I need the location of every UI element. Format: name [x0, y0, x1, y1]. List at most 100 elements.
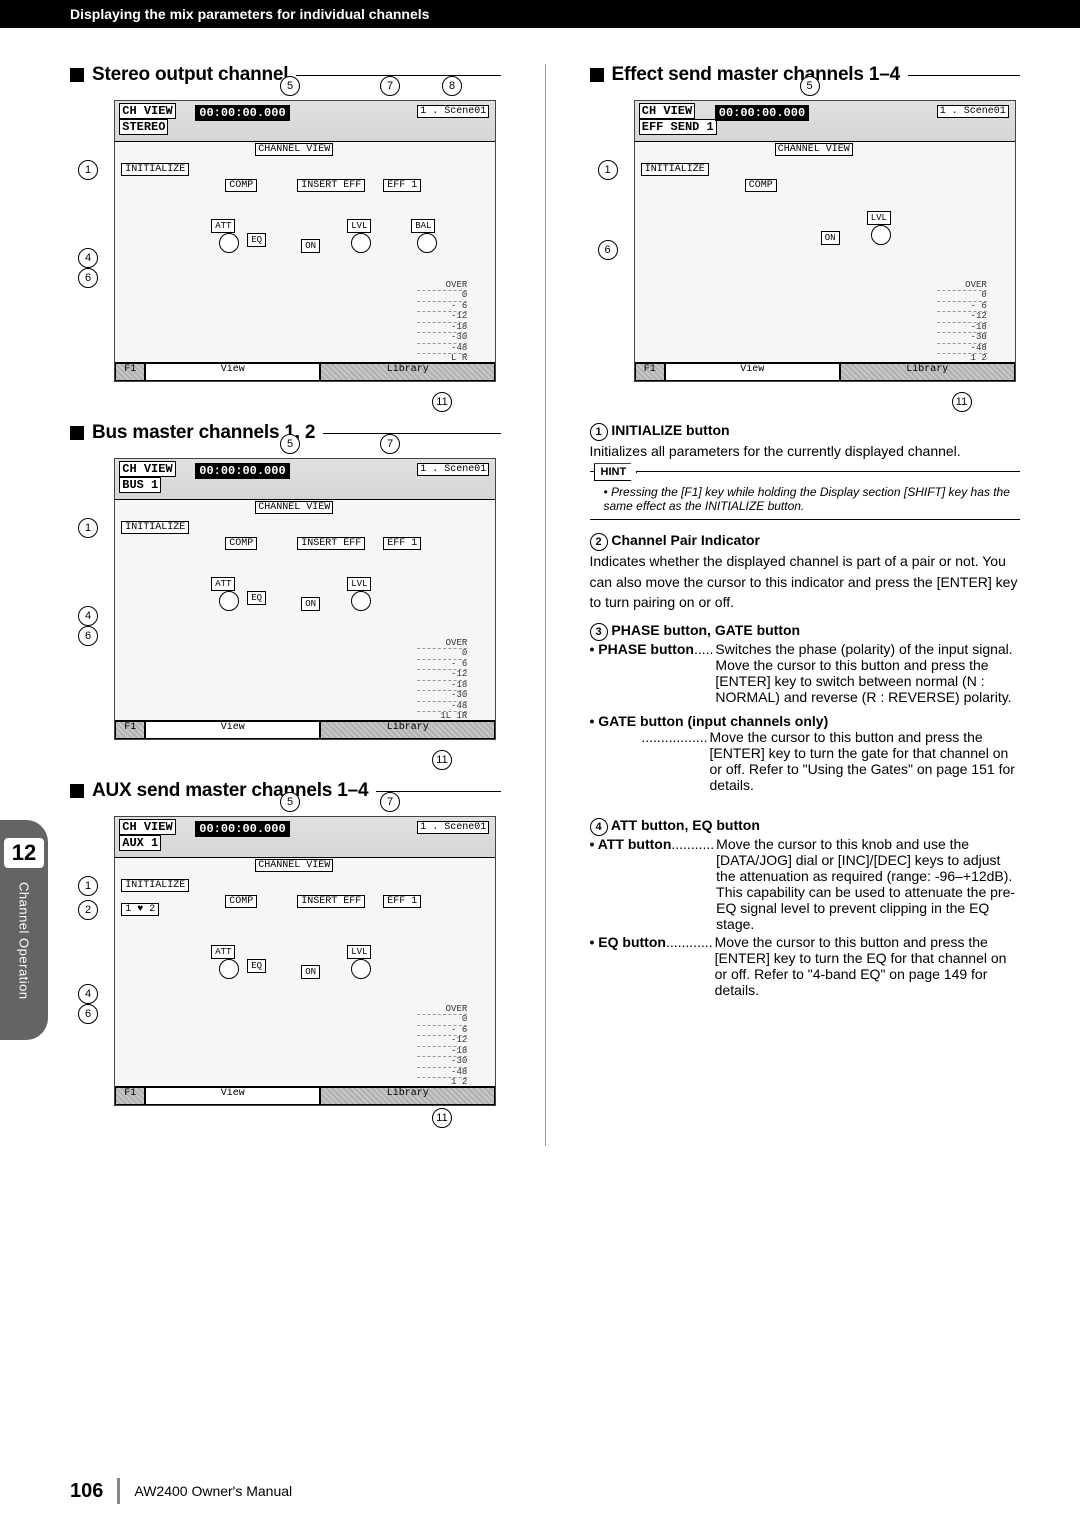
lcd-scene: 1 . Scene01	[417, 821, 489, 834]
lcd-initialize: INITIALIZE	[121, 879, 189, 892]
hint-box: HINT • Pressing the [F1] key while holdi…	[590, 471, 1021, 520]
item-2-body: Indicates whether the displayed channel …	[590, 551, 1021, 612]
gate-value: Move the cursor to this button and press…	[708, 729, 1021, 793]
lcd-time: 00:00:00.000	[195, 821, 289, 837]
lcd-sub-stereo: STEREO	[119, 119, 168, 135]
lcd-sub-bus: BUS 1	[119, 477, 161, 493]
item-4-list: • ATT button........... Move the cursor …	[590, 836, 1021, 998]
lcd-eq: EQ	[247, 959, 266, 973]
item-3-list: • PHASE button..... Switches the phase (…	[590, 641, 1021, 793]
lcd-on: ON	[821, 231, 840, 245]
lcd-chview: CH VIEW	[639, 103, 695, 119]
callout-4: 4	[78, 606, 98, 626]
bullet-icon	[70, 426, 84, 440]
lcd-att-knob	[219, 959, 239, 979]
dots: ...........	[671, 836, 714, 852]
lcd-meter: OVER 0 - 6 -12 -18 -30 -48 1 2	[417, 1005, 467, 1071]
lcd-meter: OVER 0 - 6 -12 -18 -30 -48 L R	[417, 281, 467, 347]
gate-label: • GATE button (input channels only)	[590, 713, 829, 729]
left-column: Stereo output channel 5 7 8 1 4 6 11 CH …	[70, 64, 501, 1146]
eq-row: • EQ button............ Move the cursor …	[590, 934, 1021, 998]
lcd-chview: CH VIEW	[119, 819, 175, 835]
hint-tag: HINT	[594, 463, 638, 481]
rule-line	[908, 75, 1020, 76]
column-divider	[545, 64, 546, 1146]
lcd-lvl-knob	[351, 591, 371, 611]
lcd-lvl-knob	[351, 233, 371, 253]
tab-view: View	[145, 363, 320, 381]
section-title-text: Stereo output channel	[92, 64, 288, 86]
lcd-eq: EQ	[247, 591, 266, 605]
callout-6: 6	[78, 268, 98, 288]
callout-5: 5	[280, 76, 300, 96]
lcd-bal: BAL	[411, 219, 435, 233]
callout-1-icon: 1	[590, 423, 608, 441]
section-title-text: AUX send master channels 1–4	[92, 780, 368, 802]
tab-library: Library	[320, 363, 495, 381]
item-1-title: INITIALIZE button	[611, 422, 729, 438]
lcd-scene: 1 . Scene01	[417, 463, 489, 476]
lcd-aux-pair: 1 ♥ 2	[121, 903, 159, 916]
lcd-comp: COMP	[225, 179, 257, 192]
callout-5: 5	[800, 76, 820, 96]
callout-11: 11	[432, 392, 452, 412]
tab-f1: F1	[635, 363, 665, 381]
lcd-wrapper: 5 7 1 4 6 11 CH VIEW BUS 1 00:00:00.000 …	[110, 458, 501, 740]
book-title: AW2400 Owner's Manual	[134, 1483, 292, 1499]
lcd-tabs: F1 View Library	[115, 362, 495, 381]
callout-4-icon: 4	[590, 818, 608, 836]
lcd-lvl-knob	[871, 225, 891, 245]
lcd-lvl: LVL	[347, 945, 371, 959]
lcd-wrapper: 5 7 8 1 4 6 11 CH VIEW STEREO 00:00:00.0…	[110, 100, 501, 382]
lcd-comp: COMP	[225, 537, 257, 550]
callout-2: 2	[78, 900, 98, 920]
lcd-comp: COMP	[745, 179, 777, 192]
callout-1: 1	[598, 160, 618, 180]
lcd-on: ON	[301, 597, 320, 611]
footer-separator	[117, 1478, 120, 1504]
right-column: Effect send master channels 1–4 5 1 6 11…	[590, 64, 1021, 1146]
lcd-insert-eff: INSERT EFF	[297, 895, 365, 908]
callout-1: 1	[78, 160, 98, 180]
callout-6: 6	[78, 626, 98, 646]
gate-row: • GATE button (input channels only) ....…	[590, 707, 1021, 793]
rule-line	[296, 75, 500, 76]
item-3-title: PHASE button, GATE button	[611, 622, 800, 638]
tab-view: View	[665, 363, 840, 381]
callout-7: 7	[380, 434, 400, 454]
lcd-lvl: LVL	[347, 577, 371, 591]
item-2-title: Channel Pair Indicator	[611, 532, 760, 548]
dots: ............	[666, 934, 713, 950]
chapter-number: 12	[4, 838, 44, 868]
lcd-aux: CH VIEW AUX 1 00:00:00.000 1 . Scene01 C…	[114, 816, 496, 1106]
item-2-head: 2 Channel Pair Indicator	[590, 532, 1021, 551]
tab-library: Library	[840, 363, 1015, 381]
lcd-eff1: EFF 1	[383, 895, 421, 908]
lcd-time: 00:00:00.000	[715, 105, 809, 121]
chapter-label: Channel Operation	[17, 882, 32, 1000]
hint-body: • Pressing the [F1] key while holding th…	[590, 485, 1021, 519]
callout-2-icon: 2	[590, 533, 608, 551]
lcd-insert-eff: INSERT EFF	[297, 179, 365, 192]
lcd-chview: CH VIEW	[119, 103, 175, 119]
lcd-time: 00:00:00.000	[195, 105, 289, 121]
item-4-title: ATT button, EQ button	[611, 817, 760, 833]
att-value: Move the cursor to this knob and use the…	[714, 836, 1020, 932]
lcd-channel-view: CHANNEL VIEW	[775, 143, 853, 156]
callout-11: 11	[432, 1108, 452, 1128]
lcd-att: ATT	[211, 219, 235, 233]
item-1-body: Initializes all parameters for the curre…	[590, 441, 1021, 461]
dots: .....	[694, 641, 713, 657]
bullet-icon	[70, 784, 84, 798]
eq-value: Move the cursor to this button and press…	[713, 934, 1020, 998]
phase-row: • PHASE button..... Switches the phase (…	[590, 641, 1021, 705]
rule-line	[376, 791, 500, 792]
callout-11: 11	[432, 750, 452, 770]
callout-7: 7	[380, 76, 400, 96]
lcd-channel-view: CHANNEL VIEW	[255, 859, 333, 872]
page-footer: 106 AW2400 Owner's Manual	[70, 1478, 292, 1504]
callout-5: 5	[280, 434, 300, 454]
callout-4: 4	[78, 984, 98, 1004]
lcd-initialize: INITIALIZE	[641, 163, 709, 176]
breadcrumb: Displaying the mix parameters for indivi…	[70, 6, 429, 22]
